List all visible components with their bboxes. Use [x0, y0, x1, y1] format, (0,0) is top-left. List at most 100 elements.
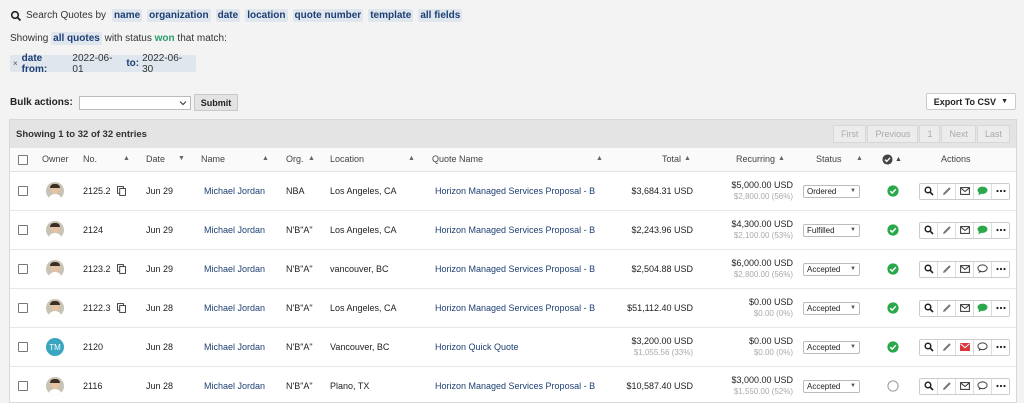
- email-button[interactable]: [956, 378, 974, 394]
- more-button[interactable]: [992, 300, 1009, 316]
- col-won-check[interactable]: ▲: [882, 148, 902, 171]
- row-checkbox[interactable]: [18, 342, 28, 352]
- search-by-organization[interactable]: organization: [147, 9, 211, 22]
- view-button[interactable]: [920, 222, 938, 238]
- sort-icon[interactable]: ▲: [408, 148, 415, 171]
- col-no[interactable]: No.: [83, 148, 97, 171]
- comment-button[interactable]: [974, 261, 992, 277]
- check-circle-icon[interactable]: [887, 263, 899, 275]
- comment-button[interactable]: [974, 300, 992, 316]
- status-select[interactable]: Ordered ▼: [803, 184, 860, 198]
- table-header: Owner No. ▲ Date ▼ Name ▲ Org. ▲ Locatio…: [10, 148, 1016, 172]
- email-button[interactable]: [956, 339, 974, 355]
- sort-icon[interactable]: ▲: [262, 148, 269, 171]
- sort-icon[interactable]: ▲: [778, 148, 785, 171]
- status-select[interactable]: Fulfilled ▼: [803, 223, 860, 237]
- col-status[interactable]: Status: [816, 148, 842, 171]
- sort-icon[interactable]: ▲: [856, 148, 863, 171]
- view-button[interactable]: [920, 339, 938, 355]
- pager-last[interactable]: Last: [976, 125, 1010, 143]
- sort-icon[interactable]: ▲: [684, 148, 691, 171]
- pager-previous[interactable]: Previous: [867, 125, 919, 143]
- col-recurring[interactable]: Recurring: [736, 148, 775, 171]
- search-by-quote-number[interactable]: quote number: [292, 9, 364, 22]
- status-select[interactable]: Accepted ▼: [803, 340, 860, 354]
- search-by-location[interactable]: location: [245, 9, 288, 22]
- email-button[interactable]: [956, 261, 974, 277]
- more-button[interactable]: [992, 261, 1009, 277]
- col-quote-name[interactable]: Quote Name: [432, 148, 483, 171]
- export-csv-button[interactable]: Export To CSV ▼: [925, 93, 1016, 110]
- sort-desc-icon[interactable]: ▼: [178, 148, 185, 171]
- remove-filter-icon[interactable]: ×: [13, 59, 18, 68]
- comment-icon: [977, 342, 988, 352]
- edit-button[interactable]: [938, 339, 956, 355]
- search-by-template[interactable]: template: [368, 9, 414, 22]
- contact-name-link[interactable]: Michael Jordan: [204, 342, 265, 352]
- more-button[interactable]: [992, 183, 1009, 199]
- contact-name-link[interactable]: Michael Jordan: [204, 303, 265, 313]
- more-button[interactable]: [992, 339, 1009, 355]
- status-select[interactable]: Accepted ▼: [803, 379, 860, 393]
- comment-button[interactable]: [974, 222, 992, 238]
- comment-button[interactable]: [974, 339, 992, 355]
- edit-button[interactable]: [938, 222, 956, 238]
- quote-name-link[interactable]: Horizon Quick Quote: [435, 342, 519, 352]
- col-name[interactable]: Name: [201, 148, 225, 171]
- search-by-date[interactable]: date: [215, 9, 241, 22]
- check-circle-icon[interactable]: [887, 185, 899, 197]
- status-select[interactable]: Accepted ▼: [803, 301, 860, 315]
- empty-circle-icon[interactable]: [887, 380, 899, 392]
- view-button[interactable]: [920, 300, 938, 316]
- pager-first[interactable]: First: [832, 125, 867, 143]
- status-link[interactable]: won: [155, 33, 175, 44]
- contact-name-link[interactable]: Michael Jordan: [204, 186, 265, 196]
- edit-button[interactable]: [938, 300, 956, 316]
- pager-page-1[interactable]: 1: [919, 125, 941, 143]
- search-by-all-fields[interactable]: all fields: [418, 9, 463, 22]
- row-checkbox[interactable]: [18, 186, 28, 196]
- row-checkbox[interactable]: [18, 303, 28, 313]
- scope-link[interactable]: all quotes: [51, 32, 102, 45]
- check-circle-icon[interactable]: [887, 302, 899, 314]
- submit-button[interactable]: Submit: [193, 94, 239, 111]
- sort-icon[interactable]: ▲: [123, 148, 130, 171]
- copy-icon[interactable]: [116, 264, 126, 274]
- edit-button[interactable]: [938, 261, 956, 277]
- copy-icon[interactable]: [116, 186, 126, 196]
- status-select[interactable]: Accepted ▼: [803, 262, 860, 276]
- comment-button[interactable]: [974, 183, 992, 199]
- view-button[interactable]: [920, 378, 938, 394]
- pager-next[interactable]: Next: [941, 125, 976, 143]
- view-button[interactable]: [920, 261, 938, 277]
- check-circle-icon[interactable]: [887, 224, 899, 236]
- sort-icon[interactable]: ▲: [596, 148, 603, 171]
- search-by-name[interactable]: name: [112, 9, 143, 22]
- edit-button[interactable]: [938, 378, 956, 394]
- row-checkbox[interactable]: [18, 264, 28, 274]
- row-checkbox[interactable]: [18, 225, 28, 235]
- email-button[interactable]: [956, 222, 974, 238]
- row-checkbox[interactable]: [18, 381, 28, 391]
- col-date[interactable]: Date: [146, 148, 165, 171]
- more-button[interactable]: [992, 222, 1009, 238]
- status-value: Accepted: [807, 303, 841, 313]
- check-circle-icon[interactable]: [887, 341, 899, 353]
- email-button[interactable]: [956, 183, 974, 199]
- copy-icon[interactable]: [116, 303, 126, 313]
- comment-button[interactable]: [974, 378, 992, 394]
- col-org[interactable]: Org.: [286, 148, 304, 171]
- sort-icon[interactable]: ▲: [895, 148, 902, 171]
- sort-icon[interactable]: ▲: [308, 148, 315, 171]
- view-button[interactable]: [920, 183, 938, 199]
- col-location[interactable]: Location: [330, 148, 364, 171]
- bulk-actions-select[interactable]: [78, 95, 191, 110]
- select-all-checkbox[interactable]: [18, 154, 28, 165]
- edit-button[interactable]: [938, 183, 956, 199]
- email-button[interactable]: [956, 300, 974, 316]
- contact-name-link[interactable]: Michael Jordan: [204, 381, 265, 391]
- contact-name-link[interactable]: Michael Jordan: [204, 264, 265, 274]
- contact-name-link[interactable]: Michael Jordan: [204, 225, 265, 235]
- more-button[interactable]: [992, 378, 1009, 394]
- col-total[interactable]: Total: [662, 148, 681, 171]
